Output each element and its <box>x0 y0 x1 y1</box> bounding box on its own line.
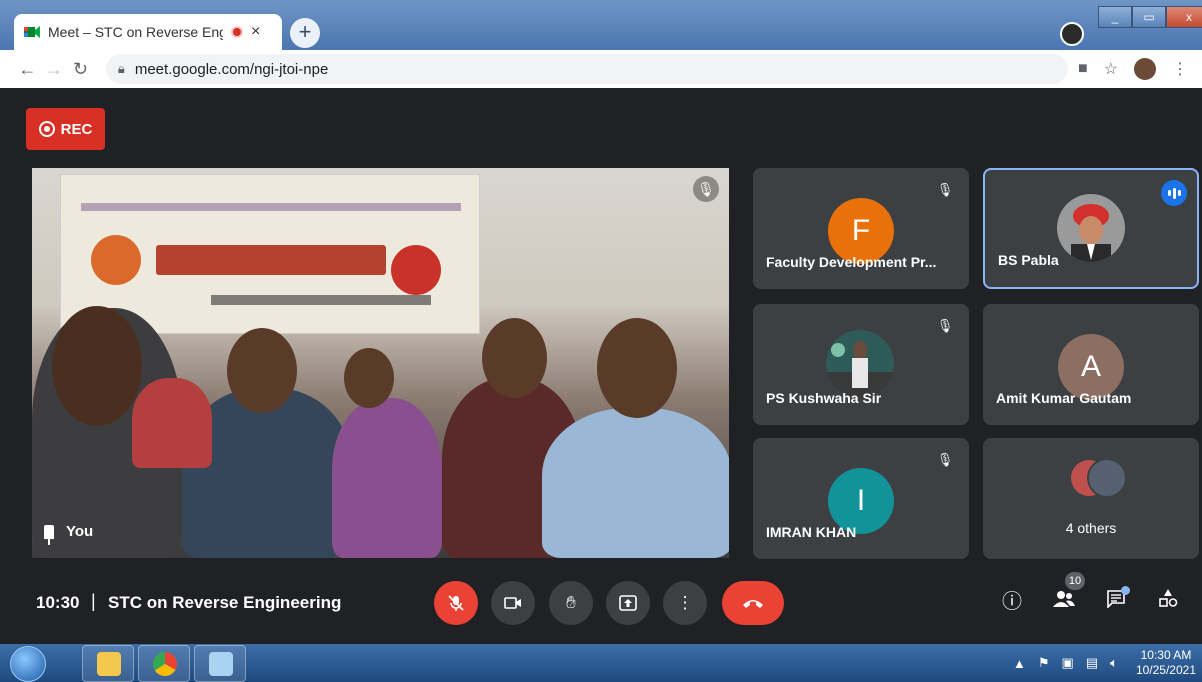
window-controls: _ ▭ x <box>1098 6 1202 28</box>
account-avatar[interactable] <box>1134 58 1156 80</box>
browser-titlebar: Meet – STC on Reverse Engir × + _ ▭ x <box>0 0 1202 50</box>
tray-expand-icon[interactable]: ▲ <box>1013 656 1026 671</box>
reload-icon[interactable]: ↻ <box>67 59 94 80</box>
meeting-title: STC on Reverse Engineering <box>108 593 342 612</box>
minimize-button[interactable]: _ <box>1098 6 1132 28</box>
notepad-icon <box>209 652 233 676</box>
meeting-separator: | <box>91 591 96 611</box>
forward-arrow-icon[interactable]: → <box>41 59 68 80</box>
activities-shapes-icon <box>1159 589 1178 607</box>
people-icon <box>1053 591 1075 607</box>
muted-mic-icon: 🎙︎ <box>936 182 954 197</box>
taskbar-clock[interactable]: 10:30 AM 10/25/2021 <box>1136 648 1196 678</box>
participant-tile[interactable]: 🎙︎ PS Kushwaha Sir <box>753 304 969 425</box>
leave-call-button[interactable] <box>722 581 784 625</box>
close-window-button[interactable]: x <box>1166 6 1202 28</box>
speaking-indicator-icon <box>1161 180 1187 206</box>
menu-kebab-icon[interactable]: ⋮ <box>1172 59 1188 79</box>
muted-mic-icon: 🎙︎ <box>936 452 954 467</box>
meet-favicon-icon <box>24 25 40 39</box>
tab-close-button[interactable]: × <box>251 23 260 41</box>
more-options-button[interactable]: ⋮ <box>663 581 707 625</box>
url-bar[interactable]: 🔒︎ meet.google.com/ngi-jtoi-npe <box>105 54 1068 84</box>
people-button[interactable] <box>1050 588 1078 616</box>
more-vert-icon: ⋮ <box>676 593 694 612</box>
participant-name: BS Pabla <box>998 252 1059 268</box>
participant-photo-avatar <box>826 330 894 398</box>
others-label: 4 others <box>1065 520 1117 536</box>
bookmark-star-icon[interactable]: ☆ <box>1104 59 1118 79</box>
folder-icon <box>97 652 121 676</box>
muted-mic-icon: 🎙︎ <box>693 176 719 202</box>
participant-tile[interactable]: I 🎙︎ IMRAN KHAN <box>753 438 969 559</box>
start-button[interactable] <box>10 646 46 682</box>
main-tile-name: You <box>66 523 94 540</box>
participant-photo-avatar <box>1057 194 1125 262</box>
system-tray: ▲ ⚑ ▣ ▤ 🔈︎ 10:30 AM 10/25/2021 <box>1013 644 1196 682</box>
hang-up-icon <box>743 600 763 608</box>
present-screen-button[interactable] <box>606 581 650 625</box>
meeting-details-button[interactable]: ⓘ <box>998 588 1026 616</box>
browser-tab[interactable]: Meet – STC on Reverse Engir × <box>14 14 282 50</box>
action-center-flag-icon[interactable]: ⚑ <box>1038 655 1050 671</box>
tab-title: Meet – STC on Reverse Engir <box>48 24 223 40</box>
camera-in-use-icon[interactable]: ■ <box>1078 60 1088 78</box>
main-tile-label: You <box>44 523 94 545</box>
meeting-time: 10:30 <box>36 593 80 612</box>
present-icon <box>619 595 637 611</box>
others-avatar-stack <box>1069 458 1127 502</box>
participant-name: PS Kushwaha Sir <box>766 390 882 406</box>
toolbar-actions: ■ ☆ ⋮ <box>1078 58 1188 80</box>
record-icon <box>38 121 55 137</box>
mic-toggle-button[interactable] <box>434 581 478 625</box>
others-tile[interactable]: 4 others <box>983 438 1199 559</box>
main-video-tile[interactable]: 🎙︎ You <box>32 168 729 558</box>
address-toolbar: ← → ↻ 🔒︎ meet.google.com/ngi-jtoi-npe ■ … <box>0 50 1202 88</box>
new-tab-button[interactable]: + <box>290 18 320 48</box>
taskbar-chrome-button[interactable] <box>138 645 190 682</box>
back-arrow-icon[interactable]: ← <box>14 59 41 80</box>
hand-icon: ✋︎ <box>566 593 576 612</box>
url-text: meet.google.com/ngi-jtoi-npe <box>134 60 329 78</box>
clock-time: 10:30 AM <box>1140 648 1192 662</box>
pin-icon[interactable] <box>44 524 54 545</box>
windows-taskbar: ▲ ⚑ ▣ ▤ 🔈︎ 10:30 AM 10/25/2021 <box>0 644 1202 682</box>
muted-mic-icon: 🎙︎ <box>936 318 954 333</box>
meet-stage: REC 🎙︎ You F 🎙︎ Faculty Development Pr..… <box>0 88 1202 644</box>
rec-label: REC <box>60 120 93 138</box>
chrome-icon <box>153 652 177 676</box>
chrome-profile-icon[interactable] <box>1060 22 1084 46</box>
participant-name: Faculty Development Pr... <box>766 254 937 270</box>
lock-icon: 🔒︎ <box>117 61 125 76</box>
recording-indicator-icon <box>231 26 243 38</box>
taskbar-app-button[interactable] <box>194 645 246 682</box>
volume-icon[interactable]: 🔈︎ <box>1110 655 1118 671</box>
raise-hand-button[interactable]: ✋︎ <box>549 581 593 625</box>
camera-icon <box>504 597 521 609</box>
activities-button[interactable] <box>1154 588 1182 616</box>
participant-tile-speaking[interactable]: BS Pabla <box>983 168 1199 289</box>
clock-date: 10/25/2021 <box>1135 663 1196 677</box>
participant-count-badge: 10 <box>1065 572 1085 590</box>
network-icon[interactable]: ▣ <box>1062 655 1074 671</box>
participant-name: IMRAN KHAN <box>766 524 857 540</box>
info-icon: ⓘ <box>1002 591 1022 613</box>
maximize-button[interactable]: ▭ <box>1132 6 1166 28</box>
participant-name: Amit Kumar Gautam <box>996 390 1132 406</box>
chat-notification-dot <box>1121 586 1130 595</box>
participant-tile[interactable]: F 🎙︎ Faculty Development Pr... <box>753 168 969 289</box>
taskbar-explorer-button[interactable] <box>82 645 134 682</box>
mic-off-icon <box>448 595 464 611</box>
display-icon[interactable]: ▤ <box>1086 655 1098 671</box>
recording-badge[interactable]: REC <box>26 108 105 150</box>
camera-toggle-button[interactable] <box>491 581 535 625</box>
participant-tile[interactable]: A Amit Kumar Gautam <box>983 304 1199 425</box>
